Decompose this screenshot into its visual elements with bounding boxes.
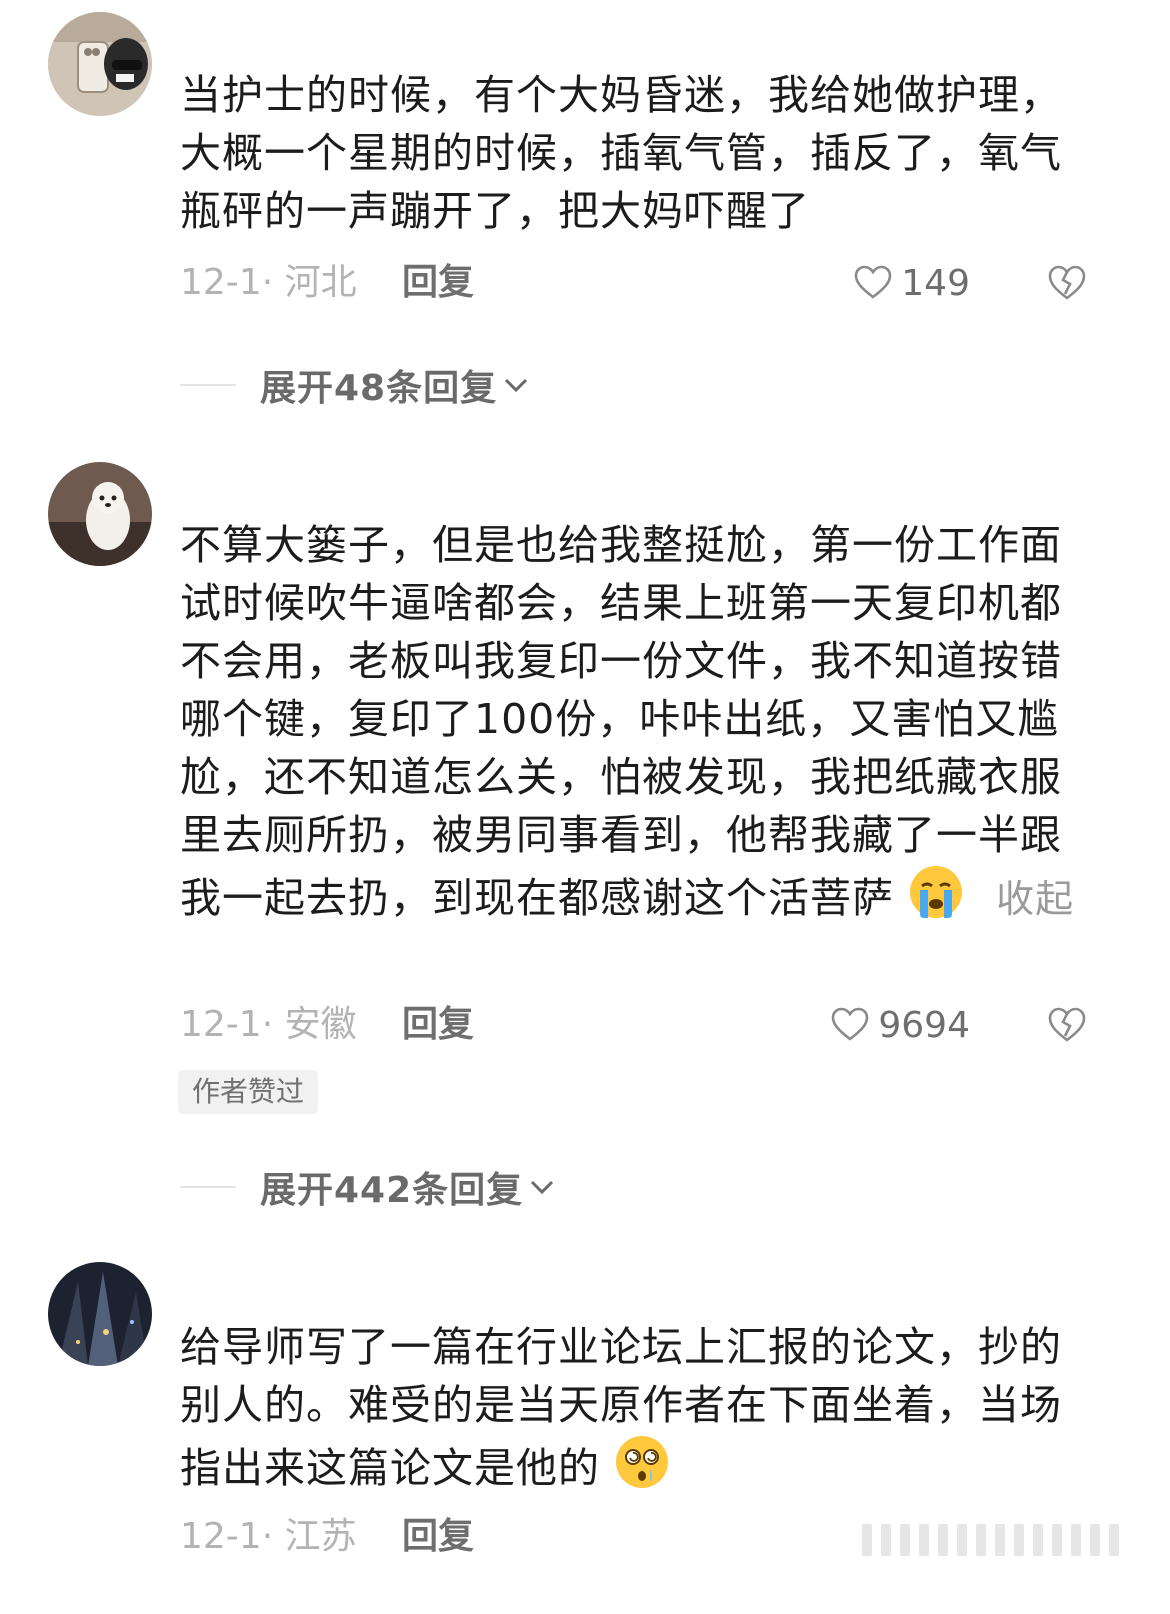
date-location: 12-1· 河北 <box>180 262 357 303</box>
expand-replies-button[interactable]: 展开442条回复 <box>180 1162 557 1212</box>
avatar-image <box>48 12 152 116</box>
like-button[interactable]: 149 <box>853 258 970 308</box>
date-location: 12-1· 安徽 <box>180 1004 357 1045</box>
reply-button[interactable]: 回复 <box>402 1512 474 1562</box>
author-liked-badge: 作者赞过 <box>178 1070 319 1114</box>
avatar-image <box>48 1262 152 1366</box>
divider-line <box>180 1186 236 1188</box>
date-location: 12-1· 江苏 <box>180 1516 357 1557</box>
like-count: 149 <box>901 262 970 304</box>
avatar-image <box>48 462 152 566</box>
avatar[interactable] <box>48 462 152 566</box>
avatar[interactable] <box>48 1262 152 1366</box>
chevron-down-icon <box>531 1180 554 1195</box>
expand-replies-label: 展开442条回复 <box>260 1170 524 1211</box>
comment-meta: 12-1· 河北 回复 149 <box>180 258 1100 308</box>
like-button[interactable]: 9694 <box>830 1000 970 1050</box>
reply-button[interactable]: 回复 <box>402 1000 474 1050</box>
chevron-down-icon <box>505 378 528 393</box>
expand-replies-label: 展开48条回复 <box>260 368 498 409</box>
comment-text: 当护士的时候，有个大妈昏迷，我给她做护理，大概一个星期的时候，插氧气管，插反了，… <box>180 71 1062 235</box>
comment-meta: 12-1· 安徽 回复 9694 <box>180 1000 1100 1050</box>
divider-line <box>180 384 236 386</box>
broken-heart-icon[interactable] <box>1046 1004 1088 1046</box>
heart-icon <box>832 1007 869 1041</box>
expand-replies-button[interactable]: 展开48条回复 <box>180 360 531 410</box>
reply-button[interactable]: 回复 <box>402 258 474 308</box>
comment-text: 不算大篓子，但是也给我整挺尬，第一份工作面试时候吹牛逼啥都会，结果上班第一天复印… <box>180 516 1080 935</box>
comment-text: 给导师写了一篇在行业论坛上汇报的论文，抄的别人的。难受的是当天原作者在下面坐着，… <box>180 1318 1080 1505</box>
collapse-button[interactable]: 收起 <box>996 877 1074 921</box>
crying-face-emoji <box>908 864 964 935</box>
watermark-bars <box>862 1518 1162 1562</box>
heart-icon <box>854 265 892 299</box>
broken-heart-icon[interactable] <box>1046 262 1088 304</box>
like-count: 9694 <box>878 1004 970 1046</box>
comment-body: 不算大篓子，但是也给我整挺尬，第一份工作面试时候吹牛逼啥都会，结果上班第一天复印… <box>180 521 1062 922</box>
dizzy-face-emoji <box>614 1434 670 1505</box>
avatar[interactable] <box>48 12 152 116</box>
